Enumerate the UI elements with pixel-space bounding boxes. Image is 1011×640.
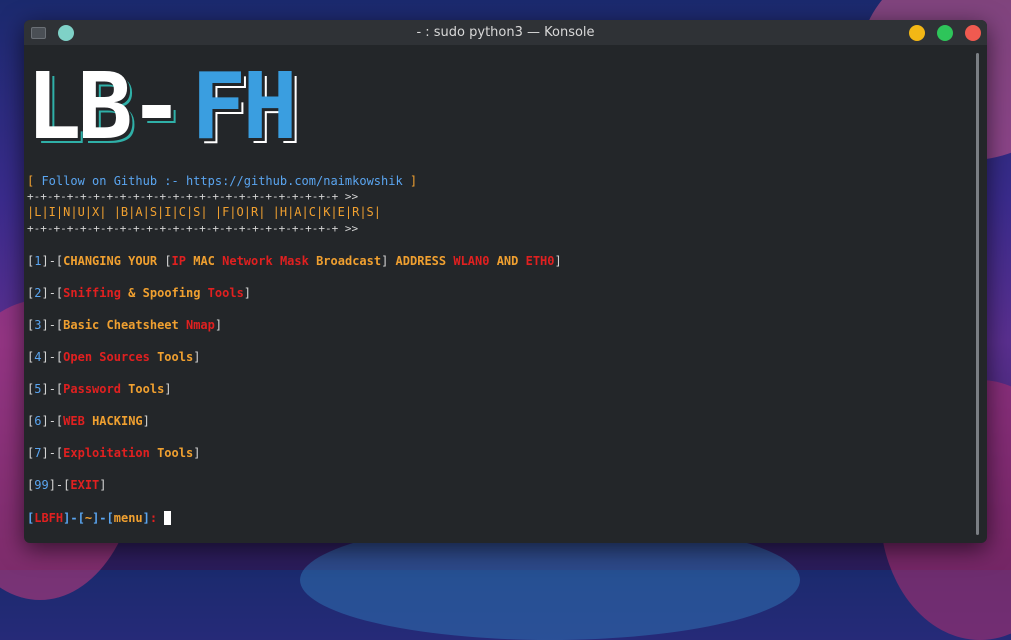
menu-item-3: [3]-[Basic Cheatsheet Nmap] bbox=[27, 318, 223, 332]
logo-fh: FH bbox=[191, 53, 298, 160]
terminal-icon[interactable] bbox=[31, 27, 46, 39]
menu-item-2: [2]-[Sniffing & Spoofing Tools] bbox=[27, 286, 252, 300]
shell-prompt[interactable]: [LBFH]-[~]-[menu]: bbox=[27, 511, 172, 525]
close-button[interactable] bbox=[965, 25, 981, 41]
title-bar[interactable]: - : sudo python3 — Konsole bbox=[24, 20, 987, 45]
maximize-button[interactable] bbox=[937, 25, 953, 41]
banner-text: |L|I|N|U|X| |B|A|S|I|C|S| |F|O|R| |H|A|C… bbox=[27, 205, 382, 219]
menu-item-1: [1]-[CHANGING YOUR [IP MAC Network Mask … bbox=[27, 254, 562, 268]
menu-item-4: [4]-[Open Sources Tools] bbox=[27, 350, 201, 364]
terminal-output[interactable]: LB- FH [ Follow on Github :- https://git… bbox=[24, 45, 987, 543]
logo-lb: LB- bbox=[26, 53, 184, 160]
banner-bottom-border: +-+-+-+-+-+-+-+-+-+-+-+-+-+-+-+-+-+-+-+-… bbox=[27, 222, 359, 235]
scrollbar[interactable] bbox=[976, 53, 979, 535]
menu-item-99: [99]-[EXIT] bbox=[27, 478, 107, 492]
window-title: - : sudo python3 — Konsole bbox=[416, 25, 595, 40]
text-cursor bbox=[164, 511, 172, 525]
menu-item-6: [6]-[WEB HACKING] bbox=[27, 414, 150, 428]
menu-item-5: [5]-[Password Tools] bbox=[27, 382, 172, 396]
menu-item-7: [7]-[Exploitation Tools] bbox=[27, 446, 201, 460]
keep-above-button[interactable] bbox=[58, 25, 74, 41]
minimize-button[interactable] bbox=[909, 25, 925, 41]
follow-line: [ Follow on Github :- https://github.com… bbox=[27, 174, 418, 188]
banner-top-border: +-+-+-+-+-+-+-+-+-+-+-+-+-+-+-+-+-+-+-+-… bbox=[27, 190, 359, 203]
konsole-window: - : sudo python3 — Konsole LB- FH [ Foll… bbox=[24, 20, 987, 543]
